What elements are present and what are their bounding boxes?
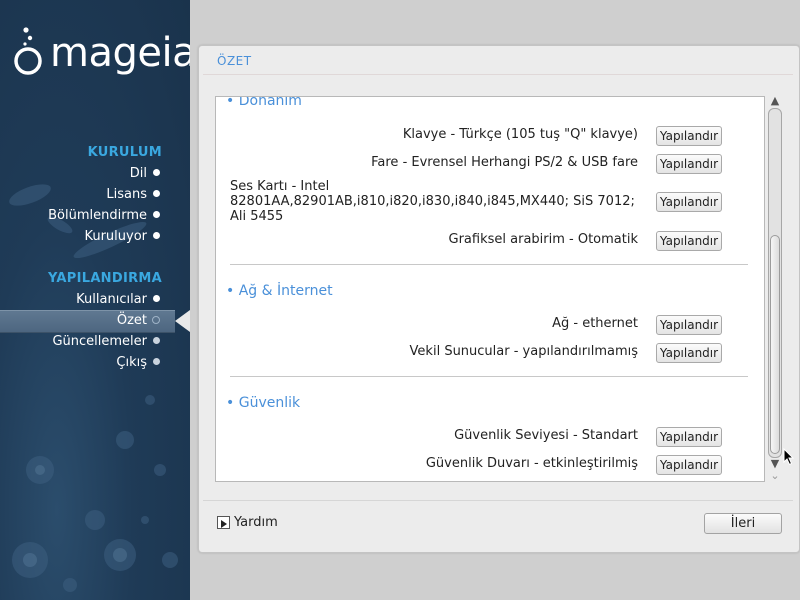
nav-dot-icon — [153, 211, 160, 218]
help-label: Yardım — [234, 515, 278, 530]
next-button[interactable]: İleri — [704, 513, 782, 534]
row-label-fare: Fare - Evrensel Herhangi PS/2 & USB fare — [371, 155, 638, 170]
row-label-klavye: Klavye - Türkçe (105 tuş "Q" klavye) — [402, 127, 638, 142]
nav-dot-icon — [153, 232, 160, 239]
category-label: Ağ & İnternet — [238, 283, 333, 299]
category-divider — [230, 264, 748, 265]
mouse-cursor-icon — [783, 448, 795, 466]
nav-dot-icon — [153, 190, 160, 197]
expander-icon — [217, 516, 230, 529]
nav-dot-icon — [153, 358, 160, 365]
active-item-highlight — [0, 310, 175, 333]
mageia-logo-icon — [14, 27, 42, 75]
scroll-down-small-icon[interactable]: ⌄ — [767, 469, 783, 483]
configure-security-level-button[interactable]: Yapılandır — [656, 427, 722, 447]
row-label-vekil: Vekil Sunucular - yapılandırılmamış — [409, 344, 638, 359]
summary-scroll-area[interactable]: • Donanım Klavye - Türkçe (105 tuş "Q" k… — [215, 96, 765, 482]
nav-dot-icon — [153, 337, 160, 344]
title-divider — [203, 74, 793, 75]
configure-graphics-button[interactable]: Yapılandır — [656, 231, 722, 251]
row-label-guvenlik-seviyesi: Güvenlik Seviyesi - Standart — [454, 428, 638, 443]
configure-keyboard-button[interactable]: Yapılandır — [656, 126, 722, 146]
sidebar-item-lisans: Lisans — [106, 187, 147, 202]
configure-proxy-button[interactable]: Yapılandır — [656, 343, 722, 363]
nav-dot-active-icon — [152, 316, 160, 324]
sidebar-item-cikis: Çıkış — [116, 355, 147, 370]
row-label-ses-karti: Ses Kartı - Intel 82801AA,82901AB,i810,i… — [230, 179, 635, 224]
section-title-yapilandirma: YAPILANDIRMA — [47, 271, 162, 286]
footer-divider — [203, 500, 793, 501]
category-guvenlik: • Güvenlik — [226, 395, 301, 411]
category-label: Güvenlik — [238, 395, 301, 411]
configure-firewall-button[interactable]: Yapılandır — [656, 455, 722, 475]
summary-panel: ÖZET • Donanım Klavye - Türkçe (105 tuş … — [198, 45, 800, 553]
sidebar-item-kuruluyor: Kuruluyor — [84, 229, 147, 244]
scrollbar-thumb[interactable] — [770, 235, 780, 454]
nav-dot-icon — [153, 169, 160, 176]
configure-mouse-button[interactable]: Yapılandır — [656, 154, 722, 174]
page-title: ÖZET — [217, 54, 252, 68]
row-label-guvenlik-duvari: Güvenlik Duvarı - etkinleştirilmiş — [425, 456, 638, 471]
active-arrow-icon — [175, 310, 190, 332]
sidebar-item-kullanicilar: Kullanıcılar — [76, 292, 147, 307]
category-divider — [230, 376, 748, 377]
section-title-kurulum: KURULUM — [87, 145, 162, 160]
mageia-logo: mageia — [10, 26, 190, 82]
scroll-up-icon[interactable]: ▲ — [767, 94, 783, 108]
category-donanim: • Donanım — [226, 96, 302, 109]
sidebar-item-guncellemeler: Güncellemeler — [52, 334, 147, 349]
nav-dot-icon — [153, 295, 160, 302]
configure-sound-card-button[interactable]: Yapılandır — [656, 192, 722, 212]
sidebar-item-dil: Dil — [129, 166, 147, 181]
logo-text: mageia — [50, 30, 190, 76]
row-label-grafik: Grafiksel arabirim - Otomatik — [448, 232, 638, 247]
scrollbar-track[interactable] — [768, 108, 782, 458]
category-label: Donanım — [238, 96, 302, 109]
sidebar-item-bolumlendirme: Bölümlendirme — [48, 208, 147, 223]
sidebar: mageia KURULUM Dil Lisans Bölümlendirme … — [0, 0, 190, 600]
configure-network-button[interactable]: Yapılandır — [656, 315, 722, 335]
category-ag-internet: • Ağ & İnternet — [226, 283, 333, 299]
sidebar-item-ozet: Özet — [116, 313, 147, 328]
row-label-ag: Ağ - ethernet — [552, 316, 638, 331]
